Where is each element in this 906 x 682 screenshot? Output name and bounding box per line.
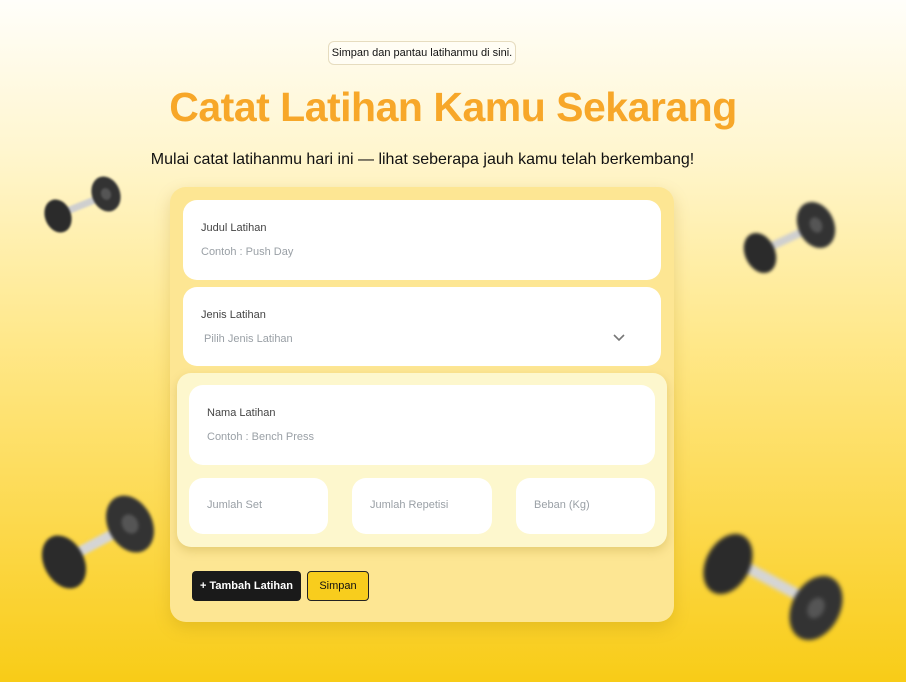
judul-latihan-input[interactable]: Contoh : Push Day (201, 246, 293, 258)
chevron-down-icon[interactable] (612, 333, 626, 343)
dumbbell-icon (703, 533, 843, 641)
jumlah-set-placeholder: Jumlah Set (207, 499, 263, 511)
judul-latihan-label: Judul Latihan (201, 222, 267, 234)
jumlah-repetisi-input[interactable]: Jumlah Repetisi (352, 478, 492, 534)
page-subtitle: Mulai catat latihanmu hari ini — lihat s… (150, 151, 695, 168)
tambah-latihan-button[interactable]: + Tambah Latihan (192, 571, 301, 601)
dumbbell-icon (743, 201, 836, 274)
jumlah-set-input[interactable]: Jumlah Set (189, 478, 328, 534)
jenis-latihan-select[interactable] (183, 287, 661, 366)
tagline-badge: Simpan dan pantau latihanmu di sini. (328, 41, 516, 65)
simpan-button[interactable]: Simpan (307, 571, 369, 601)
beban-input[interactable]: Beban (Kg) (516, 478, 655, 534)
nama-latihan-label: Nama Latihan (207, 407, 276, 419)
judul-latihan-field[interactable] (183, 200, 661, 280)
jumlah-repetisi-placeholder: Jumlah Repetisi (370, 499, 449, 511)
jenis-latihan-label: Jenis Latihan (201, 309, 266, 321)
nama-latihan-field[interactable] (189, 385, 655, 465)
page-title: Catat Latihan Kamu Sekarang (169, 84, 737, 130)
dumbbell-icon (41, 495, 154, 589)
beban-placeholder: Beban (Kg) (534, 499, 590, 511)
jenis-latihan-value[interactable]: Pilih Jenis Latihan (204, 333, 293, 345)
nama-latihan-input[interactable]: Contoh : Bench Press (207, 431, 314, 443)
dumbbell-icon (44, 176, 121, 233)
